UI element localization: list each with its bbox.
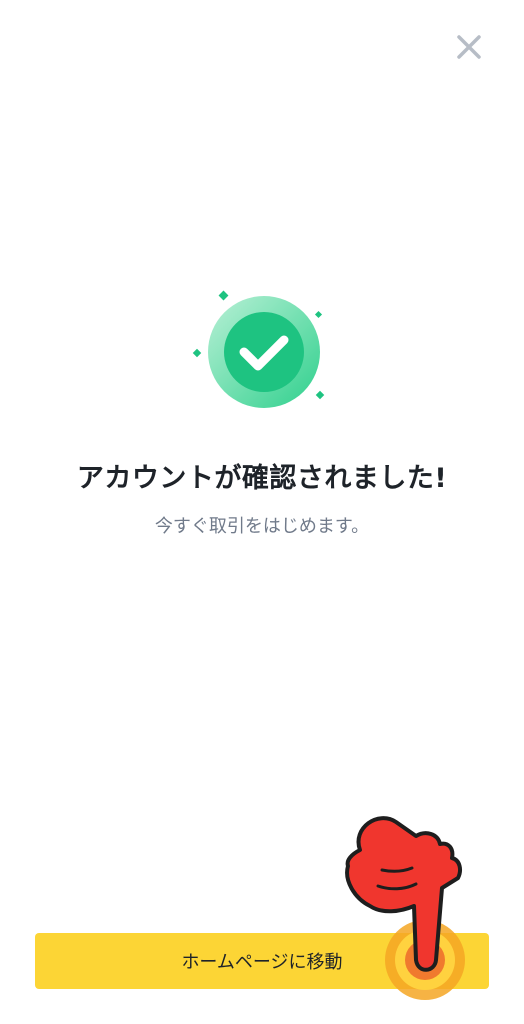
go-to-homepage-label: ホームページに移動 (181, 952, 343, 973)
check-circle-icon (192, 290, 325, 408)
close-button[interactable] (452, 30, 486, 64)
page-title: アカウントが確認されました! (76, 463, 448, 494)
sparkle-icon (192, 348, 202, 358)
sparkle-icon (314, 310, 323, 319)
close-icon (457, 35, 481, 59)
success-illustration (184, 284, 340, 414)
page-subtitle: 今すぐ取引をはじめます。 (154, 516, 370, 537)
go-to-homepage-button[interactable]: ホームページに移動 (35, 933, 489, 989)
sparkle-icon (315, 390, 325, 400)
sparkle-icon (218, 290, 229, 301)
